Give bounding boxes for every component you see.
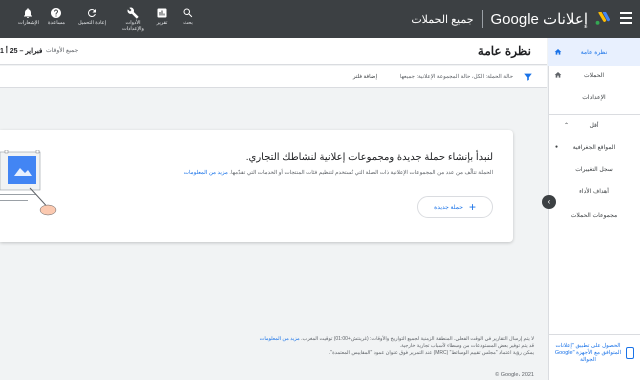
sidebar-item-label: الإعدادات [582, 94, 606, 101]
filter-icon[interactable] [523, 72, 533, 82]
footer-text: لا يتم إرسال التقارير في الوقت الفعلي. ا… [301, 336, 534, 342]
top-bar: الإشعارات مساعدة إعادة التحميل الأدوات و… [0, 0, 640, 38]
bullet-icon: ● [555, 144, 559, 150]
tools-icon [127, 7, 139, 19]
promo-label: الحصول على تطبيق "إعلانات Google" المتوا… [554, 343, 622, 363]
sidebar-item-label: الحملات [583, 72, 605, 79]
new-campaign-label: حملة جديدة [434, 204, 463, 211]
date-range[interactable]: 1 فبراير – 25 أ [0, 47, 42, 55]
search-icon [183, 8, 193, 18]
footer-learn-more-link[interactable]: مزيد من المعلومات [260, 336, 300, 342]
refresh-button[interactable]: إعادة التحميل [78, 7, 106, 26]
notifications-icon [24, 8, 33, 18]
sidebar-item-settings[interactable]: الإعدادات [548, 90, 640, 104]
collapse-sidebar-button[interactable]: ‹ [542, 195, 556, 209]
google-ads-logo-icon [595, 12, 610, 25]
campaign-illustration [0, 150, 57, 216]
app-title: إعلانات Google [490, 11, 588, 28]
tools-button[interactable]: الأدوات والإعدادات [118, 7, 148, 32]
add-filter-button[interactable]: إضافة فلتر [353, 74, 377, 80]
plus-icon: + [468, 200, 476, 214]
search-button[interactable]: بحث [182, 7, 194, 26]
sidebar: نظرة عامة الحملات الإعدادات ⌃ أقل ● المو… [542, 38, 640, 380]
notifications-button[interactable]: الإشعارات [18, 7, 39, 26]
brand-divider [481, 10, 483, 28]
empty-state-card: لنبدأ بإنشاء حملة جديدة ومجموعات إعلانية… [0, 130, 513, 242]
sidebar-item-label: أقل [589, 122, 599, 129]
footer-line-1: لا يتم إرسال التقارير في الوقت الفعلي. ا… [0, 336, 534, 343]
copyright: © Google، 2021 [495, 372, 534, 378]
empty-state-description: الحملة تتألّف من عدد من المجموعات الإعلا… [184, 170, 493, 176]
notifications-label: الإشعارات [18, 20, 39, 26]
description-text: الحملة تتألّف من عدد من المجموعات الإعلا… [229, 170, 493, 176]
menu-icon[interactable] [620, 12, 632, 27]
sidebar-item-campaign-groups[interactable]: مجموعات الحملات [548, 208, 640, 222]
chevron-up-icon: ⌃ [564, 122, 570, 129]
sidebar-item-label: أهداف الأداء [579, 188, 609, 195]
page-title: نظرة عامة [477, 44, 531, 58]
help-label: مساعدة [48, 20, 65, 26]
mobile-app-promo[interactable]: الحصول على تطبيق "إعلانات Google" المتوا… [548, 334, 640, 380]
tools-label: الأدوات والإعدادات [122, 20, 144, 32]
date-range-label: جميع الأوقات [46, 48, 79, 54]
home-icon [554, 49, 562, 55]
sidebar-item-label: سجل التغييرات [575, 166, 613, 173]
chevron-left-icon: ‹ [547, 197, 551, 206]
sidebar-item-overview[interactable]: نظرة عامة [548, 38, 640, 66]
sidebar-divider [548, 114, 640, 115]
help-button[interactable]: مساعدة [48, 7, 65, 26]
reports-button[interactable]: تقرير [156, 7, 168, 26]
reports-label: تقرير [156, 20, 168, 26]
account-scope[interactable]: جميع الحملات [411, 13, 473, 26]
new-campaign-button[interactable]: + حملة جديدة [417, 196, 493, 218]
sidebar-item-less[interactable]: ⌃ أقل [548, 118, 640, 132]
page-header: 1 فبراير – 25 أ جميع الأوقات نظرة عامة [0, 38, 547, 65]
sidebar-item-campaigns[interactable]: الحملات [548, 68, 640, 82]
footer-notes: لا يتم إرسال التقارير في الوقت الفعلي. ا… [0, 336, 540, 357]
sidebar-item-label: المواقع الجغرافية [572, 144, 616, 151]
filter-bar: حالة الحملة: الكل، حالة المجموعة الإعلان… [0, 66, 547, 88]
footer-line-2: قد يتم توفير بعض المستودعات من وسطاء لأس… [399, 343, 534, 349]
sidebar-item-performance-goals[interactable]: أهداف الأداء [548, 184, 640, 198]
phone-icon [626, 347, 634, 359]
sidebar-item-locations[interactable]: ● المواقع الجغرافية [548, 140, 640, 154]
filter-summary[interactable]: حالة الحملة: الكل، حالة المجموعة الإعلان… [400, 74, 513, 80]
refresh-icon [87, 8, 96, 17]
footer-line-3: يمكن رؤية اعتماد "مجلس تقييم الوسائط" (M… [328, 350, 534, 356]
sidebar-item-label: مجموعات الحملات [570, 212, 618, 219]
learn-more-link[interactable]: مزيد من المعلومات [184, 170, 228, 176]
home-icon [554, 72, 562, 78]
reports-icon [157, 8, 167, 18]
sidebar-item-label: نظرة عامة [580, 49, 608, 56]
sidebar-item-change-history[interactable]: سجل التغييرات [548, 162, 640, 176]
refresh-label: إعادة التحميل [78, 20, 106, 26]
brand: إعلانات Google جميع الحملات [411, 10, 610, 28]
search-label: بحث [183, 20, 193, 26]
empty-state-title: لنبدأ بإنشاء حملة جديدة ومجموعات إعلانية… [245, 152, 493, 163]
help-icon [51, 8, 62, 18]
